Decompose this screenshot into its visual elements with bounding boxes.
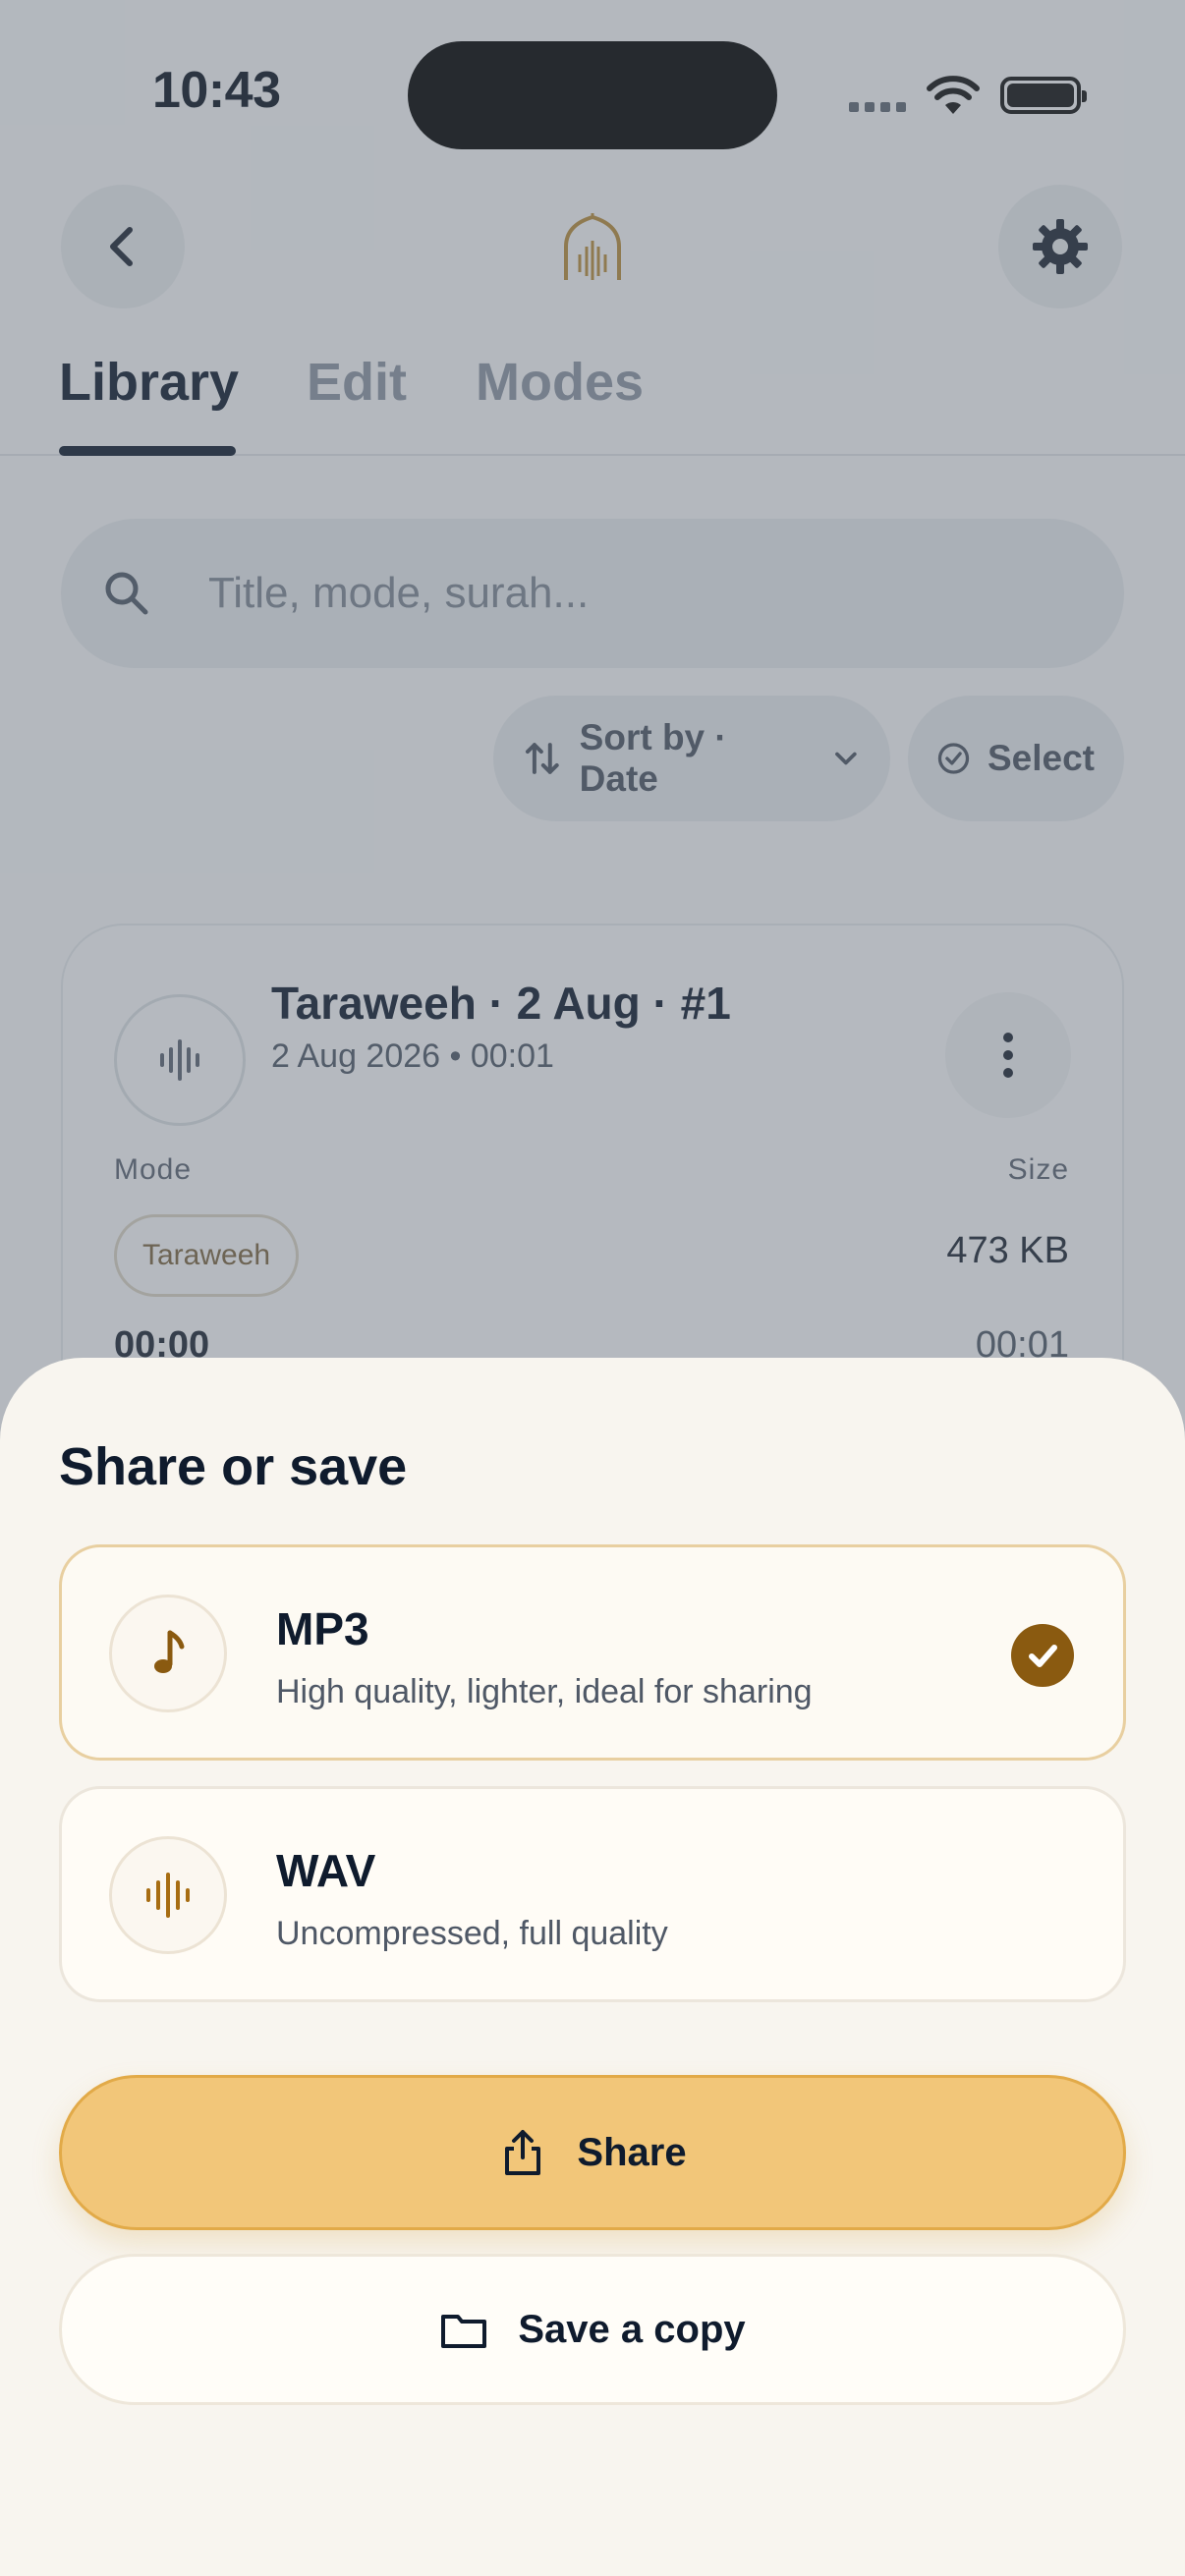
format-option-wav[interactable]: WAV Uncompressed, full quality [59,1786,1126,2002]
option-description: Uncompressed, full quality [276,1915,668,1952]
share-icon [505,2130,541,2175]
share-label: Share [577,2130,687,2174]
share-button[interactable]: Share [59,2075,1126,2230]
selected-check-icon [1011,1624,1074,1687]
option-description: High quality, lighter, ideal for sharing [276,1673,813,1710]
waveform-icon [109,1836,227,1954]
music-note-icon [109,1595,227,1712]
save-copy-button[interactable]: Save a copy [59,2254,1126,2405]
option-title: WAV [276,1845,376,1896]
format-option-mp3[interactable]: MP3 High quality, lighter, ideal for sha… [59,1544,1126,1761]
folder-icon [441,2315,487,2348]
option-title: MP3 [276,1603,369,1654]
sheet-title: Share or save [59,1437,408,1496]
share-sheet: Share or save MP3 High quality, lighter,… [0,1358,1185,2576]
save-label: Save a copy [518,2307,746,2351]
app-background: 10:43 Library Edit Modes Title, mode, su… [0,0,1185,2576]
